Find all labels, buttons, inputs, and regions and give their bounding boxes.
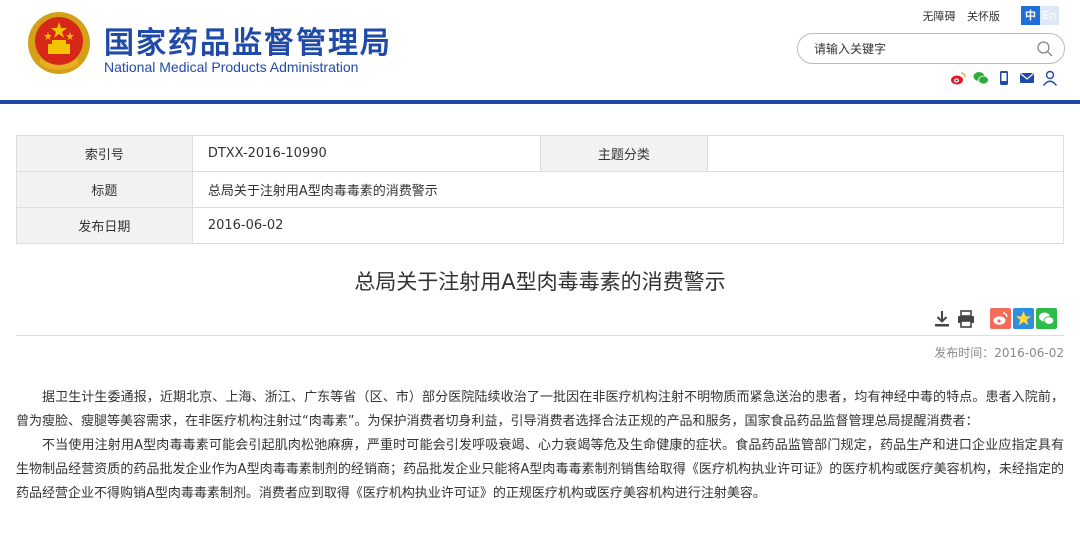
index-value: DTXX-2016-10990 <box>191 135 541 172</box>
mobile-icon[interactable] <box>996 70 1012 86</box>
search-input[interactable] <box>814 40 1024 58</box>
national-emblem-logo[interactable] <box>26 10 92 76</box>
title-value: 总局关于注射用A型肉毒毒素的消费警示 <box>191 171 1065 208</box>
care-mode-link[interactable]: 关怀版 <box>967 10 1000 23</box>
social-links <box>950 70 1058 86</box>
download-icon[interactable] <box>932 309 952 329</box>
print-icon[interactable] <box>956 309 976 329</box>
mail-icon[interactable] <box>1019 70 1035 86</box>
wechat-icon[interactable] <box>973 70 989 86</box>
top-links: 无障碍 关怀版 <box>915 8 1001 24</box>
lang-en-button[interactable]: En <box>1040 6 1059 25</box>
article-title: 总局关于注射用A型肉毒毒素的消费警示 <box>354 270 726 294</box>
article-paragraph: 不当使用注射用A型肉毒毒素可能会引起肌肉松弛麻痹，严重时可能会引发呼吸衰竭、心力… <box>16 438 1064 501</box>
share-buttons <box>990 308 1057 329</box>
site-title-en[interactable]: National Medical Products Administration <box>104 59 358 75</box>
index-label: 索引号 <box>16 135 193 172</box>
article-content: 据卫生计生委通报，近期北京、上海、浙江、广东等省（区、市）部分医院陆续收治了一批… <box>16 386 1064 506</box>
category-label: 主题分类 <box>539 135 709 172</box>
publish-time: 发布时间：2016-06-02 <box>934 346 1064 360</box>
site-title-cn[interactable]: 国家药品监督管理局 <box>104 18 392 62</box>
header-divider <box>0 100 1080 104</box>
qzone-share-icon[interactable] <box>1013 308 1034 329</box>
language-switcher: 中 En <box>1021 6 1059 25</box>
info-table: 索引号 DTXX-2016-10990 主题分类 标题 总局关于注射用A型肉毒毒… <box>16 135 1065 244</box>
weibo-icon[interactable] <box>950 70 966 86</box>
accessibility-link[interactable]: 无障碍 <box>923 10 956 23</box>
date-label: 发布日期 <box>16 207 193 244</box>
info-row: 发布日期 2016-06-02 <box>16 207 1065 244</box>
article-tools <box>932 308 1057 329</box>
user-icon[interactable] <box>1042 70 1058 86</box>
lang-zh-button[interactable]: 中 <box>1021 6 1040 25</box>
date-value: 2016-06-02 <box>191 207 1065 244</box>
article-paragraph: 据卫生计生委通报，近期北京、上海、浙江、广东等省（区、市）部分医院陆续收治了一批… <box>16 390 1064 429</box>
title-divider <box>16 335 1064 336</box>
search-box <box>797 33 1065 64</box>
info-row: 索引号 DTXX-2016-10990 主题分类 <box>16 135 1064 172</box>
site-header: 国家药品监督管理局 National Medical Products Admi… <box>0 0 1080 104</box>
search-icon[interactable] <box>1036 40 1054 58</box>
info-row: 标题 总局关于注射用A型肉毒毒素的消费警示 <box>16 171 1065 208</box>
title-label: 标题 <box>16 171 193 208</box>
weibo-share-icon[interactable] <box>990 308 1011 329</box>
wechat-share-icon[interactable] <box>1036 308 1057 329</box>
category-value <box>707 135 1064 172</box>
